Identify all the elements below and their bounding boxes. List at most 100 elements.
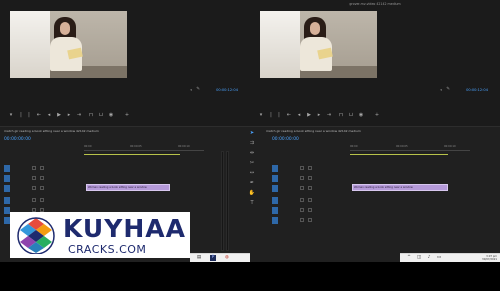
mute-icon[interactable] [300, 198, 304, 202]
lock-icon[interactable] [300, 186, 304, 190]
pen-tool-icon[interactable]: ✒ [248, 180, 256, 187]
step-forward-icon[interactable]: ▸ [316, 112, 322, 118]
goto-in-icon[interactable]: ⇤ [286, 112, 292, 118]
track-v3[interactable] [4, 165, 84, 172]
step-back-icon[interactable]: ◂ [46, 112, 52, 118]
track-a1[interactable] [4, 197, 84, 204]
track-patch[interactable] [4, 197, 10, 204]
sequence-timecode[interactable]: 00:00:00:00 [4, 137, 31, 142]
browser-icon[interactable]: ◍ [224, 255, 230, 261]
lift-icon[interactable]: ⊓ [88, 112, 94, 118]
timeline-ruler[interactable]: 00:00 00:00:05 00:00:10 [84, 145, 204, 151]
lock-icon[interactable] [300, 176, 304, 180]
wrench-icon[interactable]: ✎ [196, 87, 200, 92]
fit-dropdown[interactable]: ▾ [440, 88, 442, 92]
timeline-ruler[interactable]: 00:00 00:00:05 00:00:10 [350, 145, 470, 151]
work-area-bar[interactable] [350, 154, 448, 155]
export-frame-icon[interactable]: ◉ [108, 112, 114, 118]
track-patch[interactable] [272, 185, 278, 192]
button-editor-icon[interactable]: + [374, 112, 380, 118]
eye-icon[interactable] [40, 186, 44, 190]
goto-out-icon[interactable]: ⇥ [326, 112, 332, 118]
hand-tool-icon[interactable]: ✋ [248, 190, 256, 197]
selection-tool-icon[interactable]: ➤ [248, 130, 256, 137]
track-v1[interactable] [272, 185, 352, 192]
track-patch[interactable] [4, 175, 10, 182]
lock-icon[interactable] [32, 166, 36, 170]
lift-icon[interactable]: ⊓ [338, 112, 344, 118]
fit-dropdown[interactable]: ▾ [190, 88, 192, 92]
track-a2[interactable] [272, 207, 352, 214]
sequence-tab[interactable]: match gir reading a book sitting near a … [4, 129, 99, 133]
network-icon[interactable]: ◫ [416, 255, 422, 261]
lock-icon[interactable] [300, 166, 304, 170]
step-forward-icon[interactable]: ▸ [66, 112, 72, 118]
step-back-icon[interactable]: ◂ [296, 112, 302, 118]
extract-icon[interactable]: ⊔ [348, 112, 354, 118]
battery-icon[interactable]: ▭ [436, 255, 442, 261]
extract-icon[interactable]: ⊔ [98, 112, 104, 118]
track-v2[interactable] [272, 175, 352, 182]
monitor-status-row: ▾ ✎ 00:00:12:04 [250, 86, 500, 96]
playhead-timecode[interactable]: 00:00:12:04 [216, 88, 238, 92]
play-icon[interactable]: ▶ [306, 112, 312, 118]
track-patch[interactable] [272, 217, 278, 224]
file-explorer-icon[interactable]: ▤ [196, 255, 202, 261]
slip-tool-icon[interactable]: ↔ [248, 170, 256, 177]
solo-icon[interactable] [308, 198, 312, 202]
goto-out-icon[interactable]: ⇥ [76, 112, 82, 118]
export-frame-icon[interactable]: ◉ [358, 112, 364, 118]
track-a3[interactable] [272, 217, 352, 224]
track-v2[interactable] [4, 175, 84, 182]
track-v1[interactable] [4, 185, 84, 192]
chevron-up-icon[interactable]: ^ [406, 255, 412, 261]
eye-icon[interactable] [308, 186, 312, 190]
video-clip[interactable]: Woman reading a book sitting near a wind… [86, 184, 170, 191]
track-a1[interactable] [272, 197, 352, 204]
razor-icon[interactable]: ✂ [248, 160, 256, 167]
playhead-timecode[interactable]: 00:00:12:04 [466, 88, 488, 92]
taskbar-clock[interactable]: 3:07 pm 30/07/2021 [482, 255, 497, 261]
track-patch[interactable] [4, 165, 10, 172]
premiere-pro-icon[interactable]: P [210, 255, 216, 261]
track-patch[interactable] [272, 175, 278, 182]
mute-icon[interactable] [300, 218, 304, 222]
solo-icon[interactable] [308, 208, 312, 212]
marker-icon[interactable]: ▾ [258, 112, 264, 118]
taskbar-apps: ▤ P ◍ [190, 253, 250, 262]
mute-icon[interactable] [32, 198, 36, 202]
button-editor-icon[interactable]: + [124, 112, 130, 118]
in-point-icon[interactable]: | [18, 112, 24, 118]
track-patch[interactable] [272, 165, 278, 172]
type-tool-icon[interactable]: T [248, 200, 256, 207]
ripple-edit-icon[interactable]: ⇹ [248, 150, 256, 157]
volume-icon[interactable]: ♪ [426, 255, 432, 261]
lock-icon[interactable] [32, 186, 36, 190]
goto-in-icon[interactable]: ⇤ [36, 112, 42, 118]
program-monitor-title: grover-mv-video 42142 medium [349, 2, 401, 6]
play-icon[interactable]: ▶ [56, 112, 62, 118]
track-patch[interactable] [4, 185, 10, 192]
sequence-tab[interactable]: match gir reading a book sitting near a … [266, 129, 361, 133]
video-clip[interactable]: Woman reading a book sitting near a wind… [352, 184, 448, 191]
eye-icon[interactable] [308, 166, 312, 170]
track-patch[interactable] [272, 197, 278, 204]
tools-panel: ➤ ⇉ ⇹ ✂ ↔ ✒ ✋ T [246, 128, 258, 258]
solo-icon[interactable] [308, 218, 312, 222]
sequence-timecode[interactable]: 00:00:00:00 [272, 137, 299, 142]
solo-icon[interactable] [40, 198, 44, 202]
eye-icon[interactable] [308, 176, 312, 180]
eye-icon[interactable] [40, 176, 44, 180]
lock-icon[interactable] [32, 176, 36, 180]
work-area-bar[interactable] [84, 154, 180, 155]
in-point-icon[interactable]: | [268, 112, 274, 118]
out-point-icon[interactable]: | [276, 112, 282, 118]
track-patch[interactable] [272, 207, 278, 214]
wrench-icon[interactable]: ✎ [446, 87, 450, 92]
out-point-icon[interactable]: | [26, 112, 32, 118]
track-v3[interactable] [272, 165, 352, 172]
eye-icon[interactable] [40, 166, 44, 170]
track-select-icon[interactable]: ⇉ [248, 140, 256, 147]
mute-icon[interactable] [300, 208, 304, 212]
marker-icon[interactable]: ▾ [8, 112, 14, 118]
